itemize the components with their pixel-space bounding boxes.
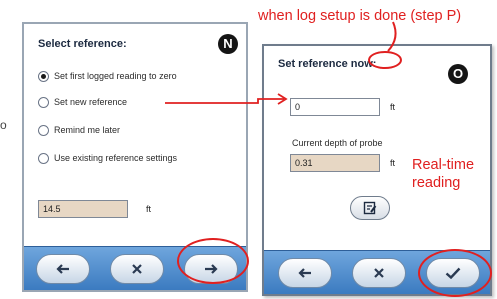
cancel-button[interactable] [352, 258, 406, 288]
annotation-top: when log setup is done (step P) [258, 8, 462, 24]
close-icon [132, 264, 142, 274]
cancel-button[interactable] [110, 254, 164, 284]
option-label: Use existing reference settings [54, 153, 178, 163]
arrow-left-icon [298, 268, 311, 278]
unit-label: ft [390, 102, 396, 112]
option-first-reading-zero[interactable]: Set first logged reading to zero [38, 68, 177, 84]
probe-depth-label: Current depth of probe [292, 138, 383, 148]
reference-value-field[interactable]: 14.5 [38, 200, 128, 218]
probe-depth-field: 0.31 [290, 154, 380, 172]
step-badge-n: N [218, 34, 238, 54]
unit-label: ft [146, 204, 152, 214]
unit-label: ft [390, 158, 396, 168]
radio-button[interactable] [38, 96, 49, 108]
radio-button[interactable] [38, 124, 49, 136]
option-use-existing[interactable]: Use existing reference settings [38, 150, 177, 166]
back-button[interactable] [278, 258, 332, 288]
radio-button[interactable] [38, 152, 49, 164]
screen-title: Set reference now: [278, 58, 377, 70]
back-button[interactable] [36, 254, 90, 284]
radio-button-selected[interactable] [38, 70, 49, 82]
edge-mark: o [0, 118, 7, 132]
option-set-new-reference[interactable]: Set new reference [38, 94, 127, 110]
note-line-1: Real-time [412, 157, 475, 173]
option-remind-later[interactable]: Remind me later [38, 122, 120, 138]
edit-icon [363, 201, 377, 215]
screen-title: Select reference: [38, 38, 127, 50]
close-icon [374, 268, 384, 278]
edit-button[interactable] [350, 196, 390, 220]
arrow-left-icon [56, 264, 69, 274]
highlight-confirm-button [418, 249, 492, 297]
highlight-next-button [177, 238, 249, 284]
option-label: Set first logged reading to zero [54, 71, 177, 81]
option-label: Set new reference [54, 97, 128, 107]
realtime-reading-note: Real-time reading [412, 156, 474, 192]
step-badge-o: O [448, 64, 468, 84]
note-line-2: reading [412, 175, 461, 191]
new-reference-field[interactable]: 0 [290, 98, 380, 116]
highlight-now-word [368, 51, 402, 69]
option-label: Remind me later [54, 125, 121, 135]
